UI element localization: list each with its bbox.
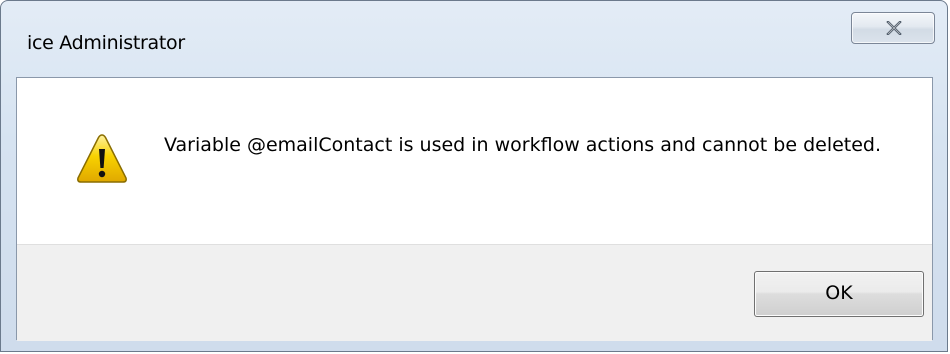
- close-icon: [886, 21, 902, 35]
- message-text: Variable @emailContact is used in workfl…: [164, 134, 882, 156]
- dialog-window: ice Administrator Variable @emailContact…: [0, 0, 948, 352]
- message-area: Variable @emailContact is used in workfl…: [17, 78, 932, 244]
- close-button[interactable]: [851, 12, 935, 44]
- window-title: ice Administrator: [27, 32, 185, 54]
- button-panel: OK: [17, 244, 932, 341]
- title-bar[interactable]: ice Administrator: [1, 1, 947, 77]
- ok-button[interactable]: OK: [754, 271, 924, 317]
- dialog-content: Variable @emailContact is used in workfl…: [16, 77, 933, 341]
- warning-icon: [77, 134, 127, 183]
